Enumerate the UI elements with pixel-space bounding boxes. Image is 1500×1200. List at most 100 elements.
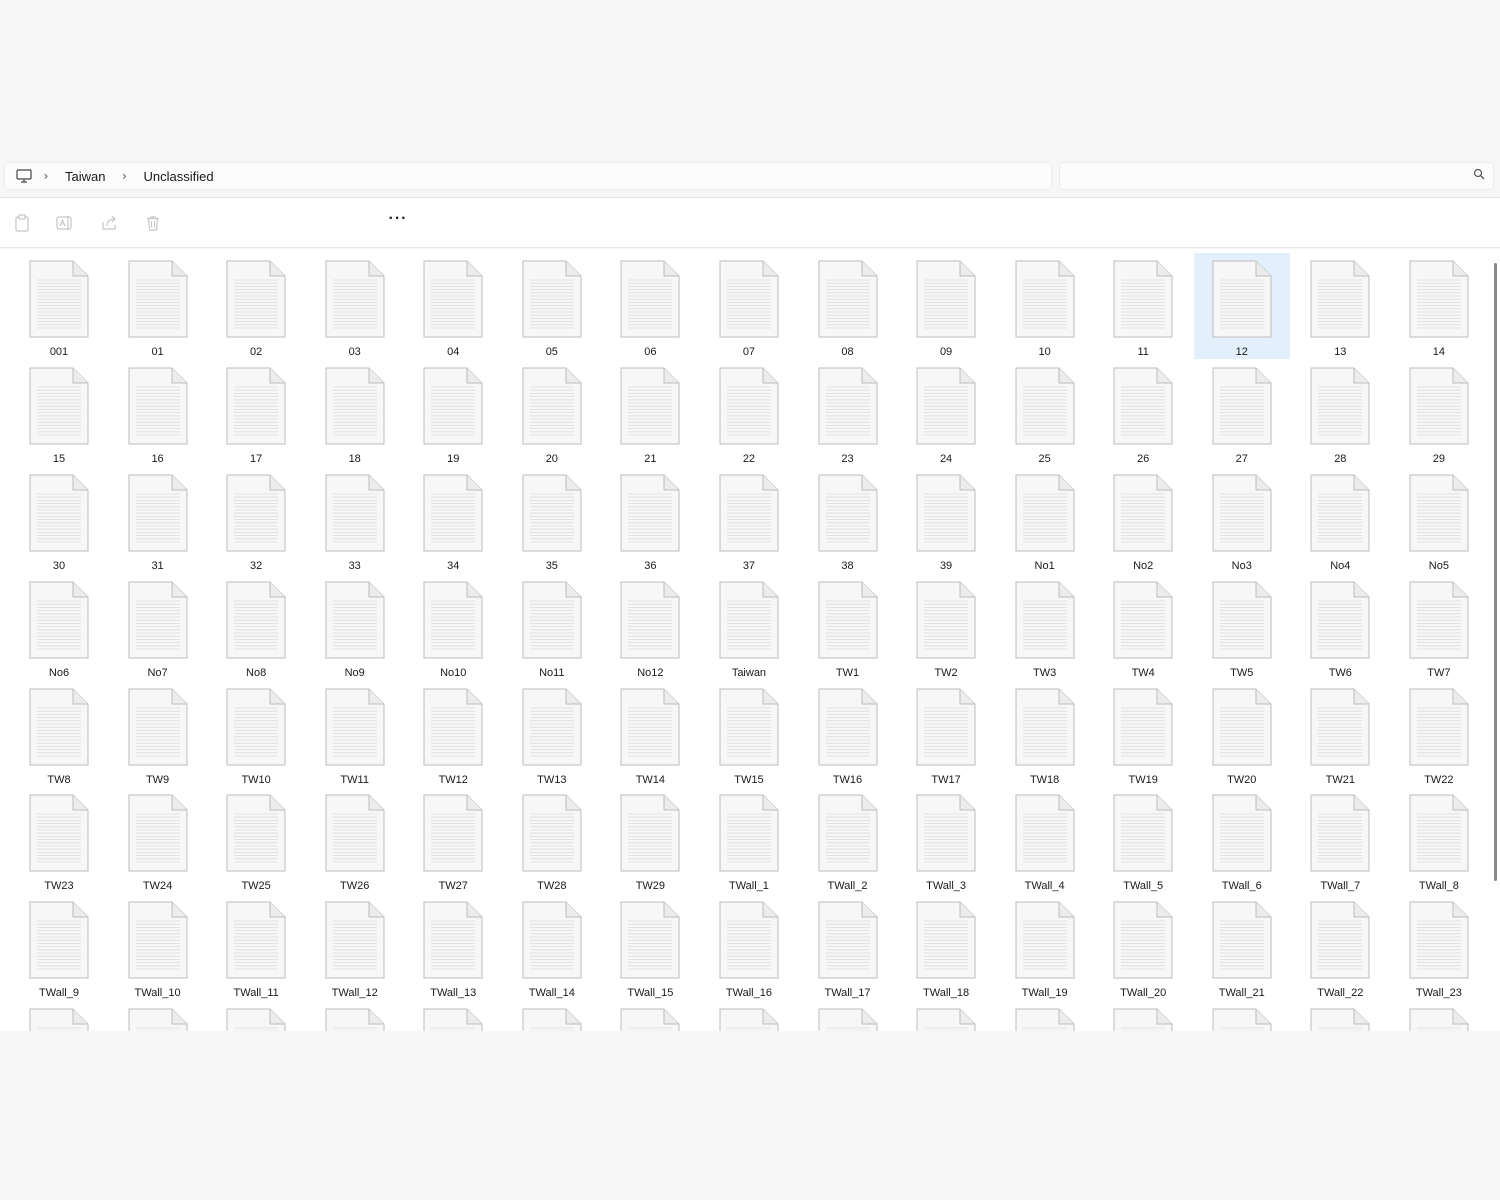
breadcrumb-taiwan[interactable]: Taiwan bbox=[59, 169, 111, 184]
file-item[interactable]: TWall_23 bbox=[1391, 894, 1487, 1000]
breadcrumb-unclassified[interactable]: Unclassified bbox=[137, 169, 219, 184]
file-item[interactable]: TW21 bbox=[1292, 681, 1388, 787]
file-item[interactable]: TWall_21 bbox=[1194, 894, 1290, 1000]
file-item[interactable] bbox=[800, 1001, 896, 1031]
file-item[interactable]: TW3 bbox=[997, 574, 1093, 680]
file-item[interactable]: TW23 bbox=[11, 787, 107, 893]
file-item[interactable]: 11 bbox=[1095, 253, 1191, 359]
file-item[interactable]: TW26 bbox=[307, 787, 403, 893]
file-item[interactable]: TWall_6 bbox=[1194, 787, 1290, 893]
file-item[interactable] bbox=[898, 1001, 994, 1031]
search-box[interactable] bbox=[1059, 162, 1494, 190]
file-item[interactable]: 37 bbox=[701, 467, 797, 573]
file-item[interactable]: 03 bbox=[307, 253, 403, 359]
file-item[interactable]: 15 bbox=[11, 360, 107, 466]
file-item[interactable]: TW11 bbox=[307, 681, 403, 787]
file-item[interactable]: TWall_19 bbox=[997, 894, 1093, 1000]
file-item[interactable]: TW10 bbox=[208, 681, 304, 787]
file-item[interactable]: TW15 bbox=[701, 681, 797, 787]
file-item[interactable]: TWall_16 bbox=[701, 894, 797, 1000]
file-item[interactable]: TW19 bbox=[1095, 681, 1191, 787]
file-item[interactable]: 08 bbox=[800, 253, 896, 359]
file-item[interactable]: TWall_20 bbox=[1095, 894, 1191, 1000]
file-item[interactable]: TW7 bbox=[1391, 574, 1487, 680]
file-item[interactable]: 31 bbox=[110, 467, 206, 573]
file-item[interactable]: TW16 bbox=[800, 681, 896, 787]
file-item[interactable]: No10 bbox=[405, 574, 501, 680]
chevron-right-icon[interactable]: › bbox=[111, 169, 137, 183]
file-item[interactable]: 14 bbox=[1391, 253, 1487, 359]
file-item[interactable]: No6 bbox=[11, 574, 107, 680]
file-item[interactable]: TW2 bbox=[898, 574, 994, 680]
file-item[interactable]: 32 bbox=[208, 467, 304, 573]
file-item[interactable]: TWall_13 bbox=[405, 894, 501, 1000]
file-item[interactable]: TW24 bbox=[110, 787, 206, 893]
file-item[interactable]: No11 bbox=[504, 574, 600, 680]
file-item[interactable]: 09 bbox=[898, 253, 994, 359]
file-item[interactable]: TWall_11 bbox=[208, 894, 304, 1000]
file-item[interactable]: TW14 bbox=[602, 681, 698, 787]
file-item[interactable]: TWall_2 bbox=[800, 787, 896, 893]
file-item[interactable]: 16 bbox=[110, 360, 206, 466]
paste-icon[interactable] bbox=[10, 211, 34, 235]
file-item[interactable]: TWall_18 bbox=[898, 894, 994, 1000]
file-item[interactable]: TW9 bbox=[110, 681, 206, 787]
chevron-right-icon[interactable]: › bbox=[33, 169, 59, 183]
file-item[interactable]: 19 bbox=[405, 360, 501, 466]
file-item[interactable]: 38 bbox=[800, 467, 896, 573]
file-item[interactable]: 12 bbox=[1193, 253, 1290, 359]
file-item[interactable]: 28 bbox=[1292, 360, 1388, 466]
file-item[interactable]: 35 bbox=[504, 467, 600, 573]
file-item[interactable]: No2 bbox=[1095, 467, 1191, 573]
file-item[interactable]: No7 bbox=[110, 574, 206, 680]
file-item[interactable] bbox=[1095, 1001, 1191, 1031]
file-item[interactable]: TWall_8 bbox=[1391, 787, 1487, 893]
file-item[interactable]: No4 bbox=[1292, 467, 1388, 573]
file-item[interactable] bbox=[110, 1001, 206, 1031]
vertical-scrollbar[interactable] bbox=[1494, 263, 1497, 881]
file-item[interactable]: 24 bbox=[898, 360, 994, 466]
file-item[interactable]: 05 bbox=[504, 253, 600, 359]
file-item[interactable]: TW4 bbox=[1095, 574, 1191, 680]
file-item[interactable]: TW6 bbox=[1292, 574, 1388, 680]
delete-icon[interactable] bbox=[141, 211, 165, 235]
file-item[interactable]: 27 bbox=[1194, 360, 1290, 466]
search-input[interactable] bbox=[1068, 167, 1468, 185]
file-item[interactable]: TWall_10 bbox=[110, 894, 206, 1000]
file-item[interactable] bbox=[405, 1001, 501, 1031]
file-item[interactable]: 04 bbox=[405, 253, 501, 359]
file-item[interactable] bbox=[602, 1001, 698, 1031]
share-icon[interactable] bbox=[97, 211, 121, 235]
file-item[interactable]: No1 bbox=[997, 467, 1093, 573]
file-item[interactable]: 23 bbox=[800, 360, 896, 466]
file-item[interactable]: 21 bbox=[602, 360, 698, 466]
file-item[interactable]: 30 bbox=[11, 467, 107, 573]
file-item[interactable]: 18 bbox=[307, 360, 403, 466]
file-item[interactable]: Taiwan bbox=[701, 574, 797, 680]
file-item[interactable]: 07 bbox=[701, 253, 797, 359]
file-item[interactable]: TW28 bbox=[504, 787, 600, 893]
file-item[interactable]: 22 bbox=[701, 360, 797, 466]
file-item[interactable]: TWall_5 bbox=[1095, 787, 1191, 893]
file-item[interactable]: 17 bbox=[208, 360, 304, 466]
file-item[interactable]: No3 bbox=[1194, 467, 1290, 573]
file-item[interactable]: 13 bbox=[1292, 253, 1388, 359]
file-item[interactable]: 29 bbox=[1391, 360, 1487, 466]
file-item[interactable]: No5 bbox=[1391, 467, 1487, 573]
file-item[interactable]: TW8 bbox=[11, 681, 107, 787]
this-pc-icon[interactable] bbox=[15, 167, 33, 185]
rename-icon[interactable] bbox=[53, 211, 77, 235]
file-item[interactable]: TWall_22 bbox=[1292, 894, 1388, 1000]
file-item[interactable] bbox=[208, 1001, 304, 1031]
more-options-button[interactable]: ··· bbox=[386, 208, 410, 232]
file-item[interactable]: No9 bbox=[307, 574, 403, 680]
file-item[interactable] bbox=[504, 1001, 600, 1031]
file-item[interactable] bbox=[997, 1001, 1093, 1031]
file-item[interactable]: TW27 bbox=[405, 787, 501, 893]
file-item[interactable]: TWall_4 bbox=[997, 787, 1093, 893]
file-item[interactable] bbox=[1391, 1001, 1487, 1031]
file-item[interactable]: 02 bbox=[208, 253, 304, 359]
file-item[interactable]: TW1 bbox=[800, 574, 896, 680]
file-item[interactable]: TW20 bbox=[1194, 681, 1290, 787]
file-item[interactable]: TW25 bbox=[208, 787, 304, 893]
